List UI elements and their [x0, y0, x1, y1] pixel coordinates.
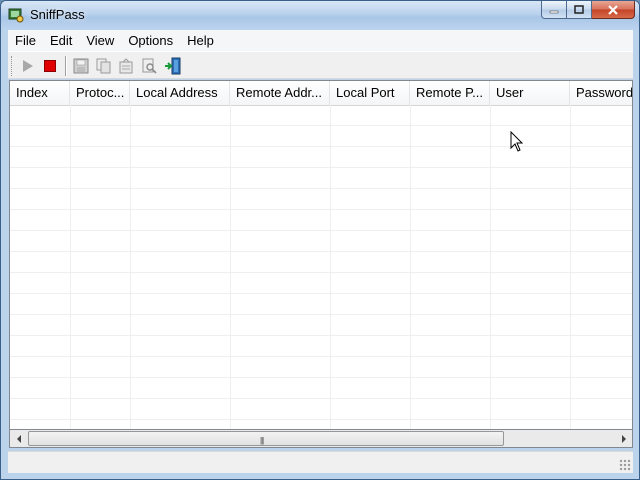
column-local-port[interactable]: Local Port: [330, 81, 410, 105]
properties-button[interactable]: [116, 56, 136, 76]
column-remote-port[interactable]: Remote P...: [410, 81, 490, 105]
toolbar: [8, 51, 633, 79]
column-password[interactable]: Password: [570, 81, 632, 105]
status-bar: [8, 451, 633, 473]
grid-line: [570, 105, 571, 429]
minimize-button[interactable]: [541, 1, 567, 19]
save-icon: [73, 58, 89, 74]
maximize-button[interactable]: [567, 1, 592, 19]
menu-edit[interactable]: Edit: [43, 30, 79, 51]
menu-help[interactable]: Help: [180, 30, 221, 51]
start-capture-button[interactable]: [18, 56, 38, 76]
list-body[interactable]: [10, 105, 632, 429]
window-title: SniffPass: [30, 7, 85, 22]
menu-view[interactable]: View: [79, 30, 121, 51]
caption-buttons: [541, 1, 635, 21]
properties-icon: [119, 58, 133, 74]
column-remote-address[interactable]: Remote Addr...: [230, 81, 330, 105]
horizontal-scrollbar[interactable]: |||: [9, 430, 633, 448]
scroll-right-button[interactable]: [615, 430, 632, 447]
grid-line: [230, 105, 231, 429]
save-button[interactable]: [71, 56, 91, 76]
close-icon: [608, 4, 618, 15]
find-icon: [142, 58, 157, 74]
play-icon: [23, 60, 33, 72]
stop-capture-button[interactable]: [40, 56, 60, 76]
column-user[interactable]: User: [490, 81, 570, 105]
copy-button[interactable]: [94, 56, 114, 76]
exit-button[interactable]: [163, 56, 183, 76]
grid-line: [70, 105, 71, 429]
exit-icon: [165, 57, 181, 75]
maximize-icon: [574, 4, 584, 14]
menu-file[interactable]: File: [8, 30, 43, 51]
column-protocol[interactable]: Protoc...: [70, 81, 130, 105]
menu-bar: File Edit View Options Help: [8, 30, 633, 51]
copy-icon: [96, 58, 111, 74]
list-header: Index Protoc... Local Address Remote Add…: [10, 81, 632, 106]
title-bar[interactable]: SniffPass: [1, 1, 639, 30]
app-window: SniffPass File Edit View Options Help In…: [0, 0, 640, 480]
close-button[interactable]: [592, 1, 635, 19]
grid-line: [330, 105, 331, 429]
menu-options[interactable]: Options: [121, 30, 180, 51]
find-button[interactable]: [139, 56, 159, 76]
column-index[interactable]: Index: [10, 81, 70, 105]
capture-list[interactable]: Index Protoc... Local Address Remote Add…: [9, 80, 633, 430]
toolbar-grip[interactable]: [11, 56, 15, 76]
mouse-cursor-icon: [510, 131, 524, 152]
arrow-right-icon: [621, 434, 626, 443]
stop-icon: [44, 60, 56, 72]
grid-line: [410, 105, 411, 429]
scroll-left-button[interactable]: [10, 430, 27, 447]
app-icon[interactable]: [8, 7, 24, 23]
column-local-address[interactable]: Local Address: [130, 81, 230, 105]
toolbar-separator: [65, 56, 67, 76]
arrow-left-icon: [16, 434, 21, 443]
grid-line: [490, 105, 491, 429]
scroll-thumb[interactable]: |||: [28, 431, 504, 446]
grid-line: [130, 105, 131, 429]
resize-grip[interactable]: [619, 459, 631, 471]
grip-icon: |||: [260, 436, 264, 445]
minimize-icon: [549, 10, 559, 13]
